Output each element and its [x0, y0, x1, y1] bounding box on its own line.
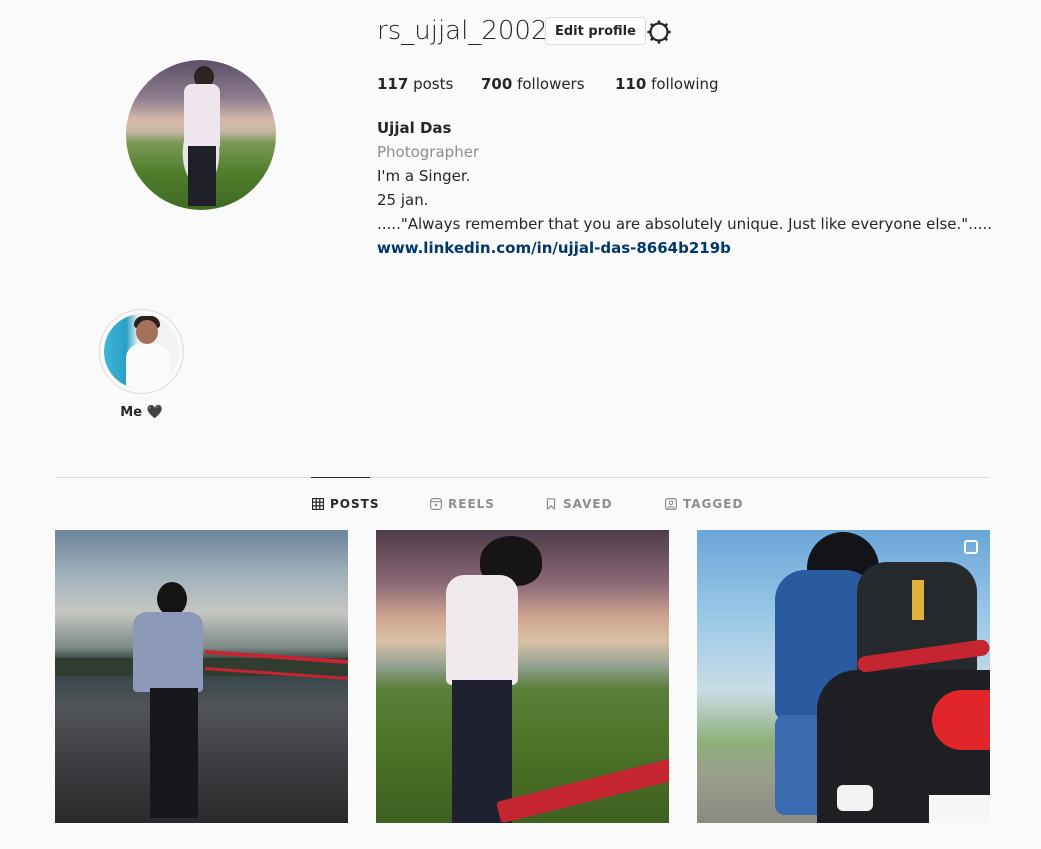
carousel-icon: [964, 540, 978, 554]
post-thumbnail[interactable]: [697, 530, 990, 823]
avatar-figure-legs: [188, 146, 216, 206]
tab-tagged-label: TAGGED: [683, 497, 744, 511]
post-bike-indicator: [837, 785, 873, 811]
post-bike-numberplate: [929, 795, 990, 823]
bio-full-name: Ujjal Das: [377, 119, 452, 137]
bio-category: Photographer: [377, 143, 480, 161]
following-count: 110: [615, 75, 647, 93]
tab-tagged[interactable]: TAGGED: [665, 497, 743, 511]
followers-label: followers: [517, 75, 585, 93]
bio-website-link[interactable]: www.linkedin.com/in/ujjal-das-8664b219b: [377, 239, 731, 257]
post-person-shirt: [446, 575, 518, 685]
post-backpack-stripe: [912, 580, 924, 620]
bio-line: I'm a Singer.: [377, 167, 471, 185]
stat-posts: 117 posts: [377, 75, 453, 93]
tab-posts-label: POSTS: [330, 497, 380, 511]
bio-line: 25 jan.: [377, 191, 429, 209]
highlight-figure-head: [136, 320, 158, 344]
tab-reels[interactable]: REELS: [430, 497, 495, 511]
active-tab-indicator: [311, 477, 370, 478]
highlight-label[interactable]: Me 🖤: [99, 405, 184, 420]
grid-icon: [312, 498, 324, 510]
highlight-figure-body: [126, 344, 170, 389]
settings-gear-icon[interactable]: [646, 19, 672, 45]
bio-line: ....."Always remember that you are absol…: [377, 215, 993, 233]
tab-posts[interactable]: POSTS: [312, 497, 379, 511]
post-person-shirt: [133, 612, 203, 692]
following-label: following: [651, 75, 719, 93]
post-railing: [496, 758, 669, 823]
reels-icon: [430, 498, 442, 510]
profile-avatar[interactable]: [126, 60, 276, 210]
posts-count: 117: [377, 75, 409, 93]
post-thumbnail[interactable]: [55, 530, 348, 823]
tagged-icon: [665, 498, 677, 510]
tab-saved-label: SAVED: [563, 497, 613, 511]
tab-reels-label: REELS: [448, 497, 495, 511]
tabs-divider: [55, 477, 990, 478]
post-thumbnail[interactable]: [376, 530, 669, 823]
bookmark-icon: [546, 498, 556, 510]
followers-count: 700: [481, 75, 513, 93]
highlight-cover-image[interactable]: [104, 314, 179, 389]
post-person-legs: [150, 688, 198, 818]
edit-profile-button[interactable]: Edit profile: [545, 17, 646, 45]
post-person-head: [157, 582, 187, 616]
post-bike-taillight: [932, 690, 990, 750]
posts-label: posts: [413, 75, 454, 93]
profile-username: rs_ujjal_2002: [377, 16, 548, 46]
stat-followers[interactable]: 700 followers: [481, 75, 585, 93]
avatar-figure-body: [184, 84, 220, 148]
stat-following[interactable]: 110 following: [615, 75, 719, 93]
tab-saved[interactable]: SAVED: [545, 497, 613, 511]
